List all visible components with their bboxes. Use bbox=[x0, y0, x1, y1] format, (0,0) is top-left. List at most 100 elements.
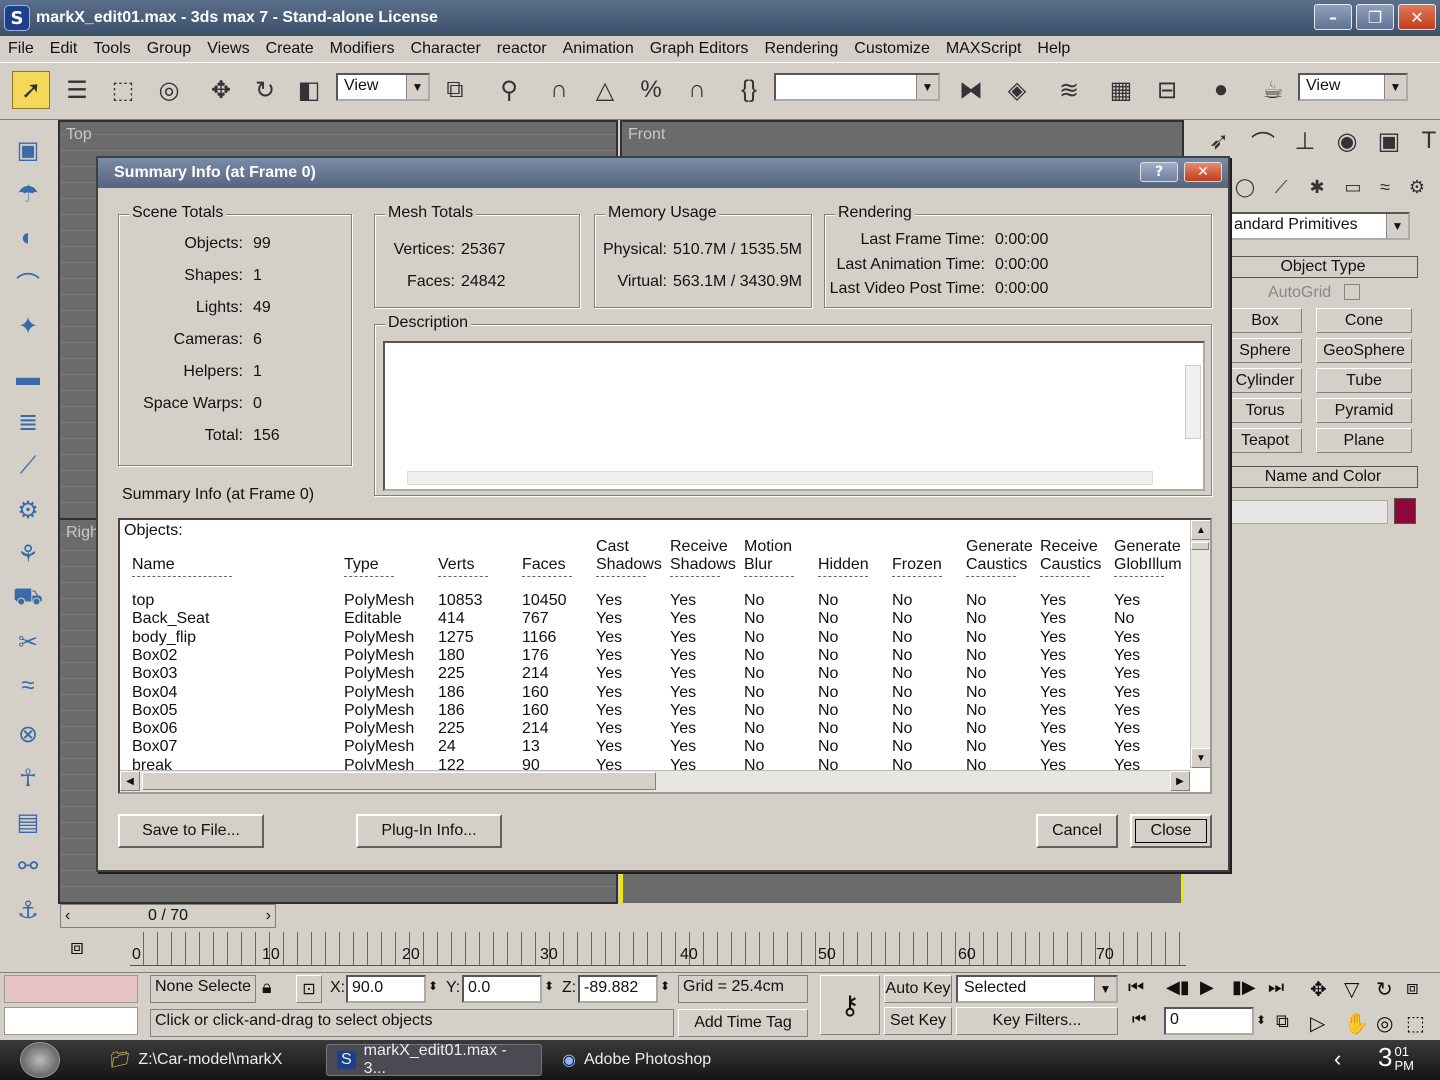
scroll-left-icon[interactable]: ◀ bbox=[120, 771, 140, 791]
clock[interactable]: 3 01 PM bbox=[1378, 1042, 1414, 1073]
set-key-button[interactable]: Set Key bbox=[884, 1007, 952, 1035]
start-button[interactable] bbox=[20, 1042, 60, 1078]
column-header[interactable]: Receive bbox=[670, 538, 728, 556]
lock-icon[interactable]: 🔒︎ bbox=[262, 977, 272, 998]
column-header[interactable]: Blur bbox=[744, 556, 772, 574]
viewport-front-label[interactable]: Front bbox=[628, 126, 665, 144]
dashpot-icon[interactable]: ⟋ bbox=[10, 448, 46, 484]
viewport-perspective[interactable] bbox=[620, 866, 1184, 906]
orbit-icon[interactable]: ↻ bbox=[1376, 977, 1393, 1002]
dolly-icon[interactable]: ▷ bbox=[1310, 1011, 1325, 1036]
close-window-button[interactable]: ✕ bbox=[1398, 4, 1436, 30]
teapot-button[interactable]: Teapot bbox=[1228, 428, 1302, 453]
percent-snap-icon[interactable]: % bbox=[632, 71, 670, 109]
shapes-icon[interactable]: ⟋ bbox=[1262, 168, 1300, 206]
play-icon[interactable]: ▶ bbox=[1200, 977, 1214, 998]
object-color-swatch[interactable] bbox=[1394, 498, 1416, 524]
set-key-icon[interactable]: ⚷ bbox=[820, 975, 880, 1035]
curve-editor-icon[interactable]: ▦ bbox=[1102, 71, 1140, 109]
schematic-view-icon[interactable]: ⊟ bbox=[1148, 71, 1186, 109]
window-crossing-icon[interactable]: ◎ bbox=[150, 71, 188, 109]
time-configuration-icon[interactable]: ⧉ bbox=[1276, 1011, 1289, 1032]
water-icon[interactable]: ≈ bbox=[10, 668, 46, 704]
point-to-point-icon[interactable]: ⚯ bbox=[10, 848, 46, 884]
frame-spinner[interactable]: ⬍ bbox=[1256, 1013, 1266, 1027]
plugin-info-button[interactable]: Plug-In Info... bbox=[356, 814, 502, 848]
next-frame-icon[interactable]: ▮▶ bbox=[1232, 977, 1256, 998]
menu-character[interactable]: Character bbox=[403, 40, 489, 58]
plane-icon[interactable]: ▬ bbox=[10, 360, 46, 396]
column-header[interactable]: Hidden bbox=[818, 556, 869, 574]
select-object-icon[interactable]: ➚ bbox=[12, 71, 50, 109]
lights-icon[interactable]: ✱ bbox=[1298, 168, 1336, 206]
display-tab-icon[interactable]: ▣ bbox=[1370, 122, 1408, 160]
sphere-button[interactable]: Sphere bbox=[1228, 338, 1302, 363]
selection-region-icon[interactable]: ⬚ bbox=[104, 71, 142, 109]
column-header[interactable]: Caustics bbox=[966, 556, 1027, 574]
object-name-input[interactable] bbox=[1228, 500, 1388, 524]
column-header[interactable]: Shadows bbox=[670, 556, 736, 574]
align-icon[interactable]: ◈ bbox=[998, 71, 1036, 109]
maxscript-listener-mini[interactable] bbox=[4, 975, 138, 1003]
torus-button[interactable]: Torus bbox=[1228, 398, 1302, 423]
box-button[interactable]: Box bbox=[1228, 308, 1302, 333]
column-header[interactable]: Frozen bbox=[892, 556, 942, 574]
menu-modifiers[interactable]: Modifiers bbox=[322, 40, 403, 58]
save-to-file-button[interactable]: Save to File... bbox=[118, 814, 264, 848]
spring-icon[interactable]: ≣ bbox=[10, 404, 46, 440]
time-slider[interactable]: ‹ 0 / 70 › bbox=[60, 904, 276, 928]
description-scrollbar[interactable] bbox=[1185, 365, 1201, 439]
render-type-dropdown[interactable]: View ▼ bbox=[1298, 73, 1408, 101]
modify-tab-icon[interactable]: ⌒ bbox=[1244, 122, 1282, 160]
objects-table[interactable]: Objects: Name Type Verts Faces Cast Shadows Re… bbox=[118, 518, 1212, 794]
menu-views[interactable]: Views bbox=[199, 40, 257, 58]
menu-maxscript[interactable]: MAXScript bbox=[938, 40, 1030, 58]
plane-button[interactable]: Plane bbox=[1316, 428, 1412, 453]
menu-help[interactable]: Help bbox=[1029, 40, 1078, 58]
menu-graph-editors[interactable]: Graph Editors bbox=[642, 40, 757, 58]
viewport-front[interactable]: Front bbox=[620, 120, 1184, 160]
wind-icon[interactable]: ⚘ bbox=[10, 536, 46, 572]
manipulate-icon[interactable]: ⚲ bbox=[490, 71, 528, 109]
menu-reactor[interactable]: reactor bbox=[489, 40, 555, 58]
previous-frame-icon[interactable]: ◀▮ bbox=[1166, 977, 1190, 998]
deforming-mesh-icon[interactable]: ✦ bbox=[10, 308, 46, 344]
motor-icon[interactable]: ⚙ bbox=[10, 492, 46, 528]
y-coordinate-input[interactable]: 0.0 bbox=[462, 975, 542, 1003]
go-to-end-icon[interactable]: ⏭ bbox=[1268, 977, 1284, 998]
hinge-icon[interactable]: ▤ bbox=[10, 804, 46, 840]
column-header[interactable]: Cast bbox=[596, 538, 629, 556]
create-tab-icon[interactable]: ➶ bbox=[1200, 122, 1238, 160]
x-coordinate-input[interactable]: 90.0 bbox=[346, 975, 426, 1003]
scroll-down-icon[interactable]: ▼ bbox=[1191, 748, 1210, 768]
zoom-region-icon[interactable]: ⬚ bbox=[1406, 1011, 1425, 1036]
menu-animation[interactable]: Animation bbox=[555, 40, 642, 58]
soft-body-icon[interactable]: ◐ bbox=[10, 220, 46, 256]
autogrid-checkbox[interactable] bbox=[1344, 284, 1360, 300]
z-coordinate-input[interactable]: -89.882 bbox=[578, 975, 658, 1003]
layer-manager-icon[interactable]: ≋ bbox=[1050, 71, 1088, 109]
menu-customize[interactable]: Customize bbox=[846, 40, 938, 58]
motion-tab-icon[interactable]: ◉ bbox=[1328, 122, 1366, 160]
systems-icon[interactable]: ⚙ bbox=[1398, 168, 1436, 206]
cloth-icon[interactable]: ☂ bbox=[10, 176, 46, 212]
object-type-rollout[interactable]: Object Type bbox=[1228, 256, 1418, 278]
z-spinner[interactable]: ⬍ bbox=[660, 979, 670, 993]
mirror-icon[interactable]: ⧓ bbox=[952, 71, 990, 109]
column-header[interactable]: Name bbox=[132, 556, 175, 574]
edit-named-selection-icon[interactable]: {} bbox=[730, 71, 768, 109]
hierarchy-tab-icon[interactable]: ⊥ bbox=[1286, 122, 1324, 160]
key-filters-button[interactable]: Key Filters... bbox=[956, 1007, 1118, 1035]
material-editor-icon[interactable]: ● bbox=[1202, 71, 1240, 109]
column-header[interactable]: GlobIllum bbox=[1114, 556, 1182, 574]
geometry-icon[interactable]: ◯ bbox=[1226, 168, 1264, 206]
column-header[interactable]: Verts bbox=[438, 556, 474, 574]
auto-key-button[interactable]: Auto Key bbox=[884, 975, 952, 1003]
angle-snap-icon[interactable]: △ bbox=[586, 71, 624, 109]
x-spinner[interactable]: ⬍ bbox=[428, 979, 438, 993]
absolute-mode-icon[interactable]: ⊡ bbox=[296, 975, 322, 1003]
prismatic-icon[interactable]: ⚓ bbox=[10, 892, 46, 928]
roll-icon[interactable]: ◎ bbox=[1376, 1011, 1393, 1036]
taskbar-item-explorer[interactable]: 📁︎ Z:\Car-model\markX bbox=[100, 1044, 292, 1076]
scroll-thumb[interactable] bbox=[1191, 542, 1209, 550]
